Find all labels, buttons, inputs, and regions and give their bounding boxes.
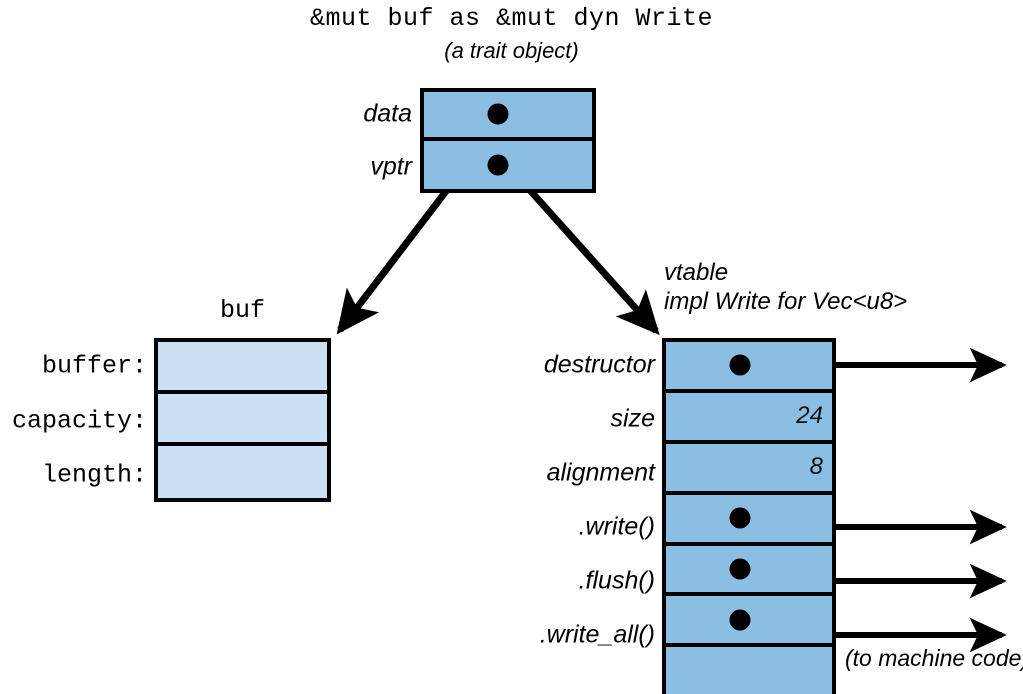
buf-row-length	[158, 446, 327, 498]
vtable-value-alignment: 8	[809, 453, 823, 481]
buf-box	[154, 338, 331, 502]
machine-code-annotation: (to machine code)	[845, 645, 1023, 671]
vptr-pointer-dot	[487, 154, 509, 176]
vtable-caption-line2: impl Write for Vec<u8>	[664, 288, 908, 315]
trait-object-box	[420, 88, 596, 193]
write-all-pointer-dot	[729, 609, 751, 631]
trait-object-row-data	[424, 92, 592, 141]
trait-object-label-data: data	[363, 99, 412, 128]
vtable-label-write: .write()	[578, 512, 655, 541]
vtable-row-size: 24	[666, 393, 832, 444]
vtable-value-size: 24	[796, 402, 823, 430]
vtable-row-destructor	[666, 342, 832, 393]
write-pointer-dot	[729, 507, 751, 529]
vtable-row-flush	[666, 546, 832, 597]
vtable-box: 24 8	[662, 338, 836, 694]
vtable-label-alignment: alignment	[546, 458, 655, 487]
buf-row-capacity	[158, 394, 327, 446]
trait-object-row-vptr	[424, 141, 592, 190]
vtable-row-write-all	[666, 596, 832, 648]
vtable-label-destructor: destructor	[543, 350, 655, 379]
trait-object-label-vptr: vptr	[370, 152, 412, 181]
diagram-canvas: &mut buf as &mut dyn Write (a trait obje…	[0, 0, 1023, 694]
vtable-caption-line1: vtable	[664, 259, 729, 286]
buf-label-capacity: capacity:	[11, 406, 147, 436]
data-pointer-dot	[487, 103, 509, 125]
buf-caption: buf	[219, 296, 265, 325]
vtable-caption: vtable impl Write for Vec<u8>	[664, 258, 907, 316]
buf-label-length: length:	[41, 460, 147, 490]
page-subtitle: (a trait object)	[444, 38, 579, 63]
vtable-row-empty	[666, 647, 832, 694]
vtable-label-write-all: .write_all()	[539, 620, 655, 649]
buf-row-buffer	[158, 342, 327, 394]
vtable-label-flush: .flush()	[578, 566, 655, 595]
flush-pointer-dot	[729, 558, 751, 580]
vtable-row-alignment: 8	[666, 444, 832, 495]
page-title: &mut buf as &mut dyn Write	[309, 4, 714, 33]
vtable-label-size: size	[610, 404, 655, 433]
vtable-row-write	[666, 495, 832, 546]
destructor-pointer-dot	[729, 354, 751, 376]
buf-label-buffer: buffer:	[41, 351, 147, 381]
